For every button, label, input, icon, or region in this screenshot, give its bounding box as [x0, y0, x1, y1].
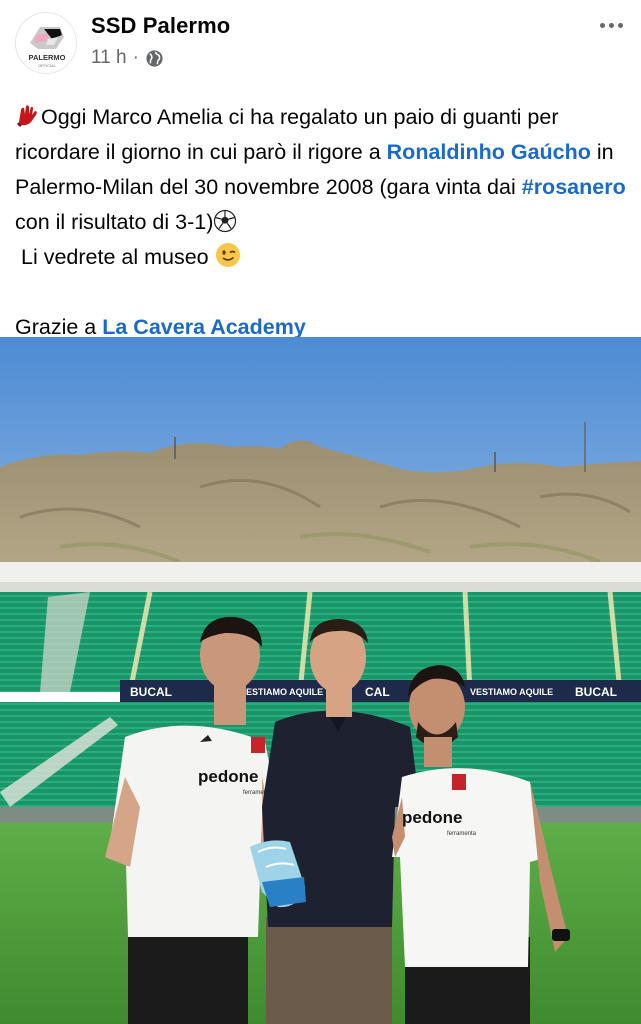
thanks-text: Grazie a: [15, 315, 103, 339]
page-name[interactable]: SSD Palermo: [91, 13, 230, 39]
page-avatar[interactable]: PALERMO OFFICIAL: [15, 12, 77, 74]
banner-text-5: BUCAL: [575, 685, 617, 699]
mention-ronaldinho-link[interactable]: Ronaldinho Gaúcho: [387, 140, 591, 164]
post-paragraph-2: Li vedrete al museo: [15, 240, 630, 275]
post-text: Oggi Marco Amelia ci ha regalato un paio…: [15, 100, 630, 345]
shirt-sponsor-right: pedone: [402, 808, 462, 827]
banner-text-4: VESTIAMO AQUILE: [470, 687, 553, 697]
banner-text-1: BUCAL: [130, 685, 172, 699]
glove-icon: [17, 105, 37, 127]
more-dots-icon: [599, 22, 605, 28]
meta-separator: ·: [132, 47, 139, 68]
post-time[interactable]: 11 h: [91, 47, 127, 69]
post-photo[interactable]: BUCAL VESTIAMO AQUILE CAL VESTIAMO AQUIL…: [0, 337, 641, 1024]
stand-roof: [0, 562, 641, 584]
post-header: PALERMO OFFICIAL SSD Palermo 11 h ·: [0, 0, 641, 88]
banner-text-2: VESTIAMO AQUILE: [240, 687, 323, 697]
stadium-photo: BUCAL VESTIAMO AQUILE CAL VESTIAMO AQUIL…: [0, 337, 641, 1024]
hashtag-rosanero-link[interactable]: #rosanero: [522, 175, 626, 199]
post-text-result: con il risultato di 3-1): [15, 210, 214, 234]
la-cavera-academy-link[interactable]: La Cavera Academy: [102, 315, 306, 339]
palermo-logo-icon: PALERMO OFFICIAL: [17, 14, 76, 73]
post-meta: 11 h ·: [91, 47, 164, 69]
winking-face-icon: [215, 243, 240, 267]
shirt-sponsor-left: pedone: [198, 767, 258, 786]
logo-text: PALERMO: [29, 53, 66, 62]
soccer-ball-icon: [214, 209, 237, 233]
banner-text-3: CAL: [365, 685, 390, 699]
shirt-sponsor-sub-right: ferramenta: [447, 831, 477, 837]
post-text-museum: Li vedrete al museo: [20, 245, 215, 269]
globe-icon[interactable]: [145, 49, 164, 68]
post-paragraph-1: Oggi Marco Amelia ci ha regalato un paio…: [15, 100, 630, 240]
logo-subtext: OFFICIAL: [38, 63, 57, 68]
more-options-button[interactable]: [596, 16, 626, 34]
